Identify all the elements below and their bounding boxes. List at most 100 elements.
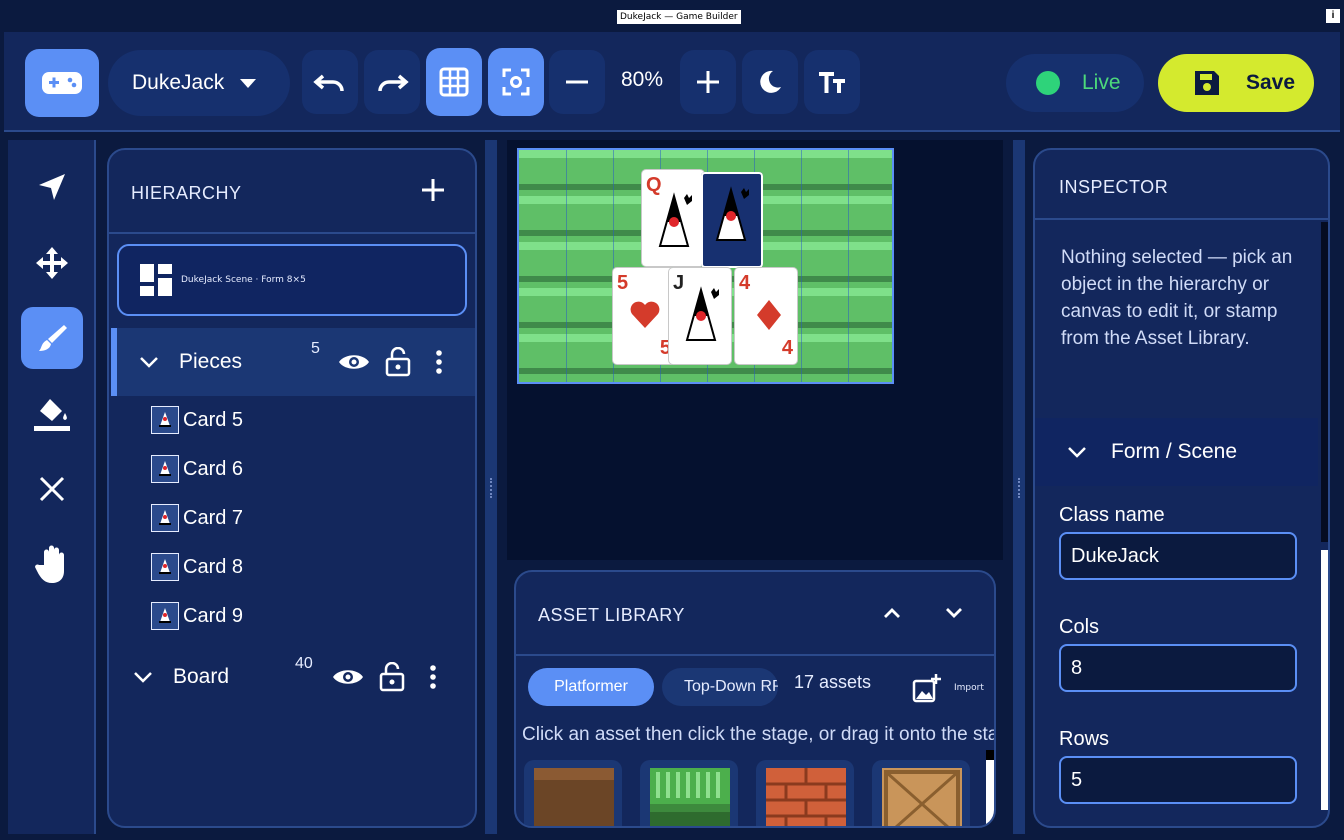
tab-platformer[interactable]: Platformer <box>528 668 654 706</box>
empty-selection-message: Nothing selected — pick an object in the… <box>1061 247 1293 349</box>
rows-input[interactable]: 5 <box>1059 756 1297 804</box>
eye-icon[interactable] <box>337 351 371 373</box>
list-item[interactable]: Card 8 <box>151 547 243 587</box>
asset-tile-brick[interactable] <box>756 760 854 826</box>
eye-icon[interactable] <box>331 666 365 688</box>
asset-library-title: ASSET LIBRARY <box>538 605 685 625</box>
drag-handle-icon[interactable] <box>1018 478 1020 498</box>
text-size-icon[interactable] <box>804 50 860 114</box>
grid-line <box>848 150 849 382</box>
grid-line <box>801 150 802 382</box>
list-item[interactable]: Card 9 <box>151 596 243 636</box>
field-label: Cols <box>1059 616 1100 638</box>
fill-bucket-icon[interactable] <box>21 382 83 444</box>
group-name: Pieces <box>179 350 243 373</box>
asset-hint: Click an asset then click the stage, or … <box>522 724 996 745</box>
chevron-down-icon[interactable] <box>133 671 153 683</box>
section-title: Form / Scene <box>1111 440 1238 463</box>
list-item[interactable]: Card 7 <box>151 498 243 538</box>
chevron-down-icon[interactable] <box>139 356 159 368</box>
brush-icon[interactable] <box>21 307 83 369</box>
zoom-level: 80% <box>620 68 664 91</box>
focus-icon[interactable] <box>488 48 544 116</box>
select-arrow-icon[interactable] <box>21 156 83 218</box>
right-splitter[interactable] <box>1013 140 1025 834</box>
diamond-icon <box>757 300 781 330</box>
list-item[interactable]: Card 5 <box>151 400 243 440</box>
heart-icon <box>630 301 660 328</box>
grid-icon[interactable] <box>426 48 482 116</box>
save-button[interactable]: Save <box>1158 54 1314 112</box>
section-form-scene[interactable]: Form / Scene <box>1035 418 1318 486</box>
list-item[interactable]: Card 6 <box>151 449 243 489</box>
playing-card[interactable]: 5 5 <box>613 268 675 364</box>
playing-card[interactable]: 4 4 <box>735 268 797 364</box>
undo-icon[interactable] <box>302 50 358 114</box>
dark-mode-icon[interactable] <box>742 50 798 114</box>
import-button[interactable]: Import <box>912 670 992 706</box>
asset-tile-dirt[interactable] <box>524 760 622 826</box>
duke-mascot-icon <box>658 192 692 247</box>
unlock-icon[interactable] <box>379 662 405 692</box>
list-item-label: Card 8 <box>183 555 244 578</box>
window-title: DukeJack — Game Builder <box>617 10 741 24</box>
list-item-label: Card 5 <box>183 408 244 431</box>
chevron-down-icon[interactable] <box>944 606 964 620</box>
gamepad-icon[interactable] <box>25 49 99 117</box>
asset-tile-crate[interactable] <box>872 760 970 826</box>
asset-count: 17 assets <box>794 672 872 692</box>
tab-label: Top-Down RPG <box>684 678 778 695</box>
group-row-pieces[interactable]: Pieces 5 <box>111 328 475 396</box>
add-icon[interactable] <box>421 178 445 202</box>
erase-icon[interactable] <box>21 458 83 520</box>
inspector-panel: INSPECTOR Nothing selected — pick an obj… <box>1033 148 1330 828</box>
unlock-icon[interactable] <box>385 347 411 377</box>
zoom-out-icon[interactable] <box>549 50 605 114</box>
hand-icon[interactable] <box>21 533 83 595</box>
hierarchy-panel: HIERARCHY DukeJack Scene · Form 8×5 Piec… <box>107 148 477 828</box>
scene-label: DukeJack Scene · Form 8×5 <box>181 275 306 285</box>
group-count: 40 <box>295 655 313 672</box>
drag-handle-icon[interactable] <box>490 478 492 498</box>
save-icon <box>1195 71 1219 95</box>
asset-scrollbar[interactable] <box>986 750 994 826</box>
game-board[interactable]: Q 5 5 J 4 4 <box>517 148 894 384</box>
zoom-in-icon[interactable] <box>680 50 736 114</box>
list-item-label: Card 7 <box>183 506 244 529</box>
card-thumbnail-icon <box>151 602 179 630</box>
group-name: Board <box>173 665 230 688</box>
inspector-scrollbar-track[interactable] <box>1321 222 1328 542</box>
card-rank: 4 <box>739 272 751 294</box>
card-thumbnail-icon <box>151 406 179 434</box>
move-icon[interactable] <box>21 232 83 294</box>
class-name-input[interactable]: DukeJack <box>1059 532 1297 580</box>
duke-mascot-icon <box>685 286 719 341</box>
list-item-label: Card 6 <box>183 457 244 480</box>
more-icon[interactable] <box>435 349 443 375</box>
live-toggle[interactable]: Live <box>1006 54 1144 112</box>
hierarchy-title: HIERARCHY <box>131 183 242 203</box>
card-rank-corner: 4 <box>781 337 793 359</box>
playing-card[interactable]: J <box>669 268 731 364</box>
left-splitter[interactable] <box>485 140 497 834</box>
group-row-board[interactable]: Board 40 <box>111 643 475 711</box>
more-icon[interactable] <box>429 664 437 690</box>
cols-input[interactable]: 8 <box>1059 644 1297 692</box>
chevron-up-icon[interactable] <box>882 606 902 620</box>
add-image-icon <box>912 674 941 703</box>
stage-canvas[interactable]: Q 5 5 J 4 4 <box>507 140 1003 560</box>
scene-item[interactable]: DukeJack Scene · Form 8×5 <box>117 244 467 316</box>
tab-top-down-rpg[interactable]: Top-Down RPG <box>662 668 778 706</box>
redo-icon[interactable] <box>364 50 420 114</box>
inspector-scrollbar-thumb[interactable] <box>1321 550 1328 810</box>
save-label: Save <box>1246 71 1296 94</box>
project-selector[interactable]: DukeJack <box>108 50 290 116</box>
playing-card[interactable]: Q <box>642 170 704 266</box>
info-icon[interactable]: i <box>1326 9 1340 23</box>
chevron-down-icon[interactable] <box>1067 446 1087 458</box>
playing-card-back[interactable] <box>701 172 763 268</box>
chevron-down-icon <box>240 78 257 88</box>
dashboard-icon <box>140 264 172 296</box>
asset-tile-grass[interactable] <box>640 760 738 826</box>
field-label: Class name <box>1059 504 1165 526</box>
